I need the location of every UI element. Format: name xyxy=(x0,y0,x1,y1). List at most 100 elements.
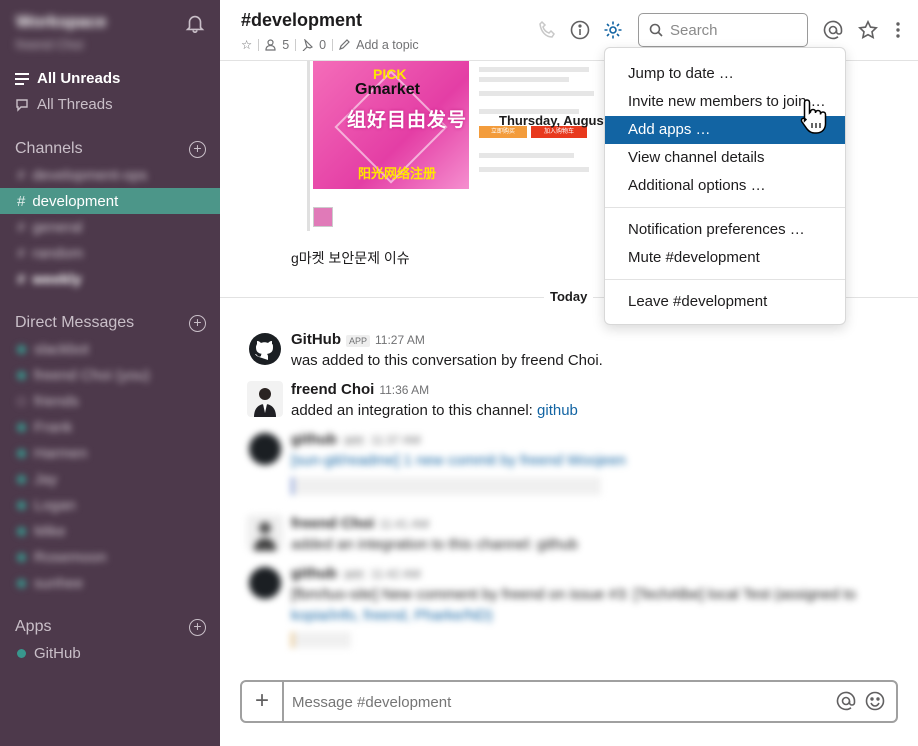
dm-item[interactable]: Mike xyxy=(0,518,220,544)
add-app-icon[interactable]: + xyxy=(189,619,206,636)
dm-item[interactable]: slackbot xyxy=(0,336,220,362)
phone-icon[interactable] xyxy=(538,20,558,40)
menu-divider xyxy=(605,279,845,280)
mention-icon[interactable] xyxy=(823,20,843,40)
preview-text: Gmarket xyxy=(355,81,420,98)
message-text: added an integration to this channel: gi… xyxy=(291,402,578,419)
apps-heading[interactable]: Apps xyxy=(15,618,51,636)
add-dm-icon[interactable]: + xyxy=(189,315,206,332)
dm-label: sunhee xyxy=(34,574,84,592)
all-unreads-item[interactable]: All Unreads xyxy=(15,70,120,87)
sender-name[interactable]: github xyxy=(291,565,337,582)
message-composer: + xyxy=(240,680,898,723)
message-text: [fbm/tuo-site] New comment by freend on … xyxy=(291,586,857,603)
dm-item[interactable]: Harmen xyxy=(0,440,220,466)
pencil-icon xyxy=(339,39,350,50)
list-icon xyxy=(15,72,29,85)
search-placeholder: Search xyxy=(670,21,718,39)
dm-label: Harmen xyxy=(34,444,88,462)
info-icon[interactable] xyxy=(570,20,590,40)
preview-image[interactable]: PICK Gmarket 组好目由发号 阳光网络注册 xyxy=(313,61,469,189)
member-count[interactable]: 5 xyxy=(282,38,289,52)
attach-plus-button[interactable]: + xyxy=(242,682,284,721)
channels-heading[interactable]: Channels xyxy=(15,140,83,158)
menu-item-jump-to-date[interactable]: Jump to date … xyxy=(605,60,845,88)
user-avatar[interactable] xyxy=(247,515,283,551)
github-avatar[interactable] xyxy=(247,331,283,367)
dm-item[interactable]: friends xyxy=(0,388,220,414)
pin-count[interactable]: 0 xyxy=(319,38,326,52)
add-channel-icon[interactable]: + xyxy=(189,141,206,158)
all-unreads-label: All Unreads xyxy=(37,70,121,87)
timestamp[interactable]: 11:42 AM xyxy=(371,567,421,581)
date-header: Thursday, August xyxy=(499,113,609,128)
dm-heading[interactable]: Direct Messages xyxy=(15,314,134,332)
pin-icon[interactable] xyxy=(302,38,314,51)
dm-item[interactable]: freend Choi (you) xyxy=(0,362,220,388)
dm-label: Mike xyxy=(34,522,66,540)
search-input[interactable]: Search xyxy=(638,13,808,47)
sender-name[interactable]: GitHub xyxy=(291,331,341,348)
channel-item[interactable]: # random xyxy=(0,240,220,266)
timestamp[interactable]: 11:37 AM xyxy=(371,433,421,447)
emoji-icon[interactable] xyxy=(865,691,885,711)
channel-item[interactable]: # weekly xyxy=(0,266,220,292)
github-avatar[interactable] xyxy=(247,431,283,467)
gear-icon[interactable] xyxy=(603,20,623,40)
workspace-name[interactable]: Workspace xyxy=(16,12,106,32)
sender-name[interactable]: freend Choi xyxy=(291,381,374,398)
search-icon xyxy=(649,23,663,37)
app-badge: APP xyxy=(341,435,366,447)
dm-item[interactable]: Rosemoon xyxy=(0,544,220,570)
star-icon[interactable]: ☆ xyxy=(241,37,252,52)
user-avatar[interactable] xyxy=(247,381,283,417)
channel-label: general xyxy=(32,218,83,236)
message-text: added an integration to this channel: gi… xyxy=(291,536,578,553)
dm-item[interactable]: sunhee xyxy=(0,570,220,596)
image-preview[interactable]: PICK Gmarket 组好目由发号 阳光网络注册 立即购买 加入购物车 xyxy=(313,61,613,231)
attachment-border xyxy=(307,61,310,231)
menu-item-notification-prefs[interactable]: Notification preferences … xyxy=(605,216,845,244)
timestamp[interactable]: 11:36 AM xyxy=(379,383,429,397)
slack-app: Workspace freend Choi All Unreads All Th… xyxy=(0,0,918,746)
hand-cursor-icon xyxy=(800,99,827,134)
menu-item-view-details[interactable]: View channel details xyxy=(605,144,845,172)
all-threads-label: All Threads xyxy=(37,96,113,113)
dm-item[interactable]: Logan xyxy=(0,492,220,518)
preview-text: 组好目由发号 xyxy=(347,110,468,131)
github-link[interactable]: github xyxy=(537,402,578,419)
app-badge: APP xyxy=(341,569,366,581)
channel-item-development[interactable]: # development xyxy=(0,188,220,214)
add-topic-link[interactable]: Add a topic xyxy=(356,38,419,52)
dm-item[interactable]: Jay xyxy=(0,466,220,492)
channel-item[interactable]: # general xyxy=(0,214,220,240)
sender-name[interactable]: github xyxy=(291,431,337,448)
more-vertical-icon[interactable] xyxy=(888,20,908,40)
github-avatar[interactable] xyxy=(247,565,283,601)
app-item-github[interactable]: GitHub xyxy=(0,640,220,666)
online-dot-icon xyxy=(17,648,26,658)
dm-label: friends xyxy=(34,392,80,410)
day-label[interactable]: Today xyxy=(544,289,594,304)
sender-name[interactable]: freend Choi xyxy=(291,515,374,532)
all-threads-item[interactable]: All Threads xyxy=(15,96,113,113)
message-text: [sun-git/readme] 1 new commit by freend … xyxy=(291,452,626,469)
timestamp[interactable]: 11:41 AM xyxy=(379,517,429,531)
star-icon[interactable] xyxy=(858,20,878,40)
channel-title[interactable]: #development xyxy=(241,10,362,31)
message-input[interactable] xyxy=(292,694,812,711)
mention-icon[interactable] xyxy=(836,691,856,711)
channel-item[interactable]: # development-ops xyxy=(0,162,220,188)
channel-label: development-ops xyxy=(32,166,148,184)
menu-divider xyxy=(605,207,845,208)
preview-thumbnail[interactable] xyxy=(313,207,333,227)
preview-text: PICK xyxy=(373,66,407,82)
dm-item[interactable]: Frank xyxy=(0,414,220,440)
timestamp[interactable]: 11:27 AM xyxy=(375,333,425,347)
member-icon[interactable] xyxy=(265,38,276,51)
menu-item-mute[interactable]: Mute #development xyxy=(605,244,845,272)
menu-item-additional-options[interactable]: Additional options … xyxy=(605,172,845,200)
dm-label: slackbot xyxy=(34,340,90,358)
menu-item-leave[interactable]: Leave #development xyxy=(605,288,845,316)
bell-icon[interactable] xyxy=(184,12,206,34)
